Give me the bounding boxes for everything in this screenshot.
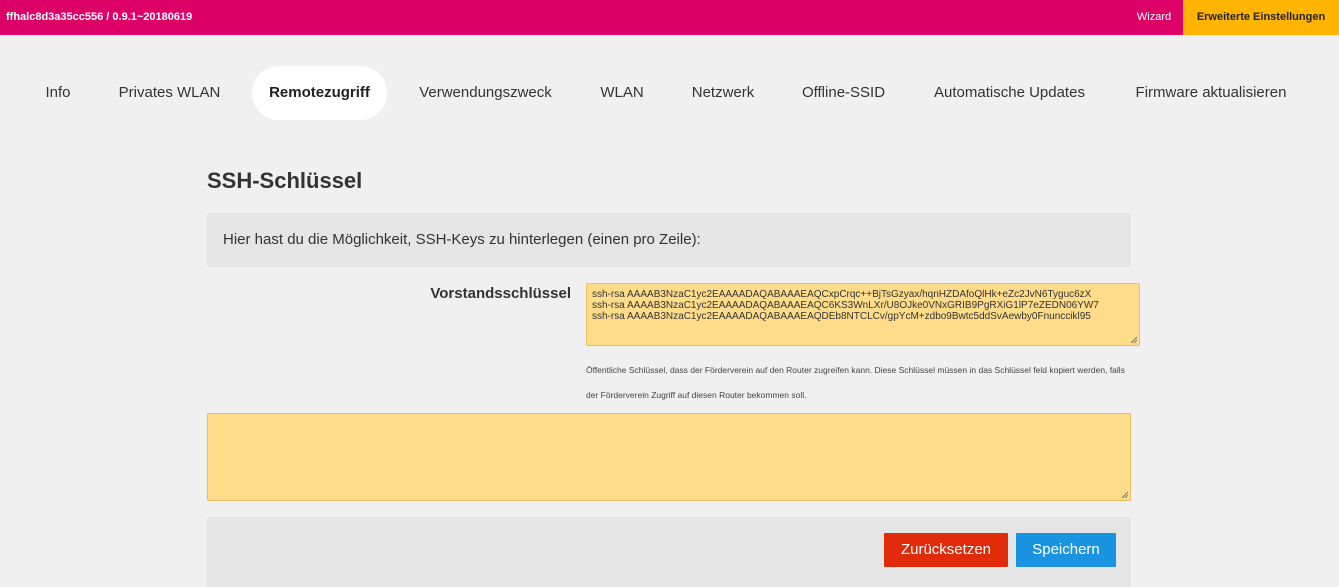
vorstand-keys-textarea[interactable]: ssh-rsa AAAAB3NzaC1yc2EAAAADAQABAAAEAQCx… xyxy=(586,283,1140,346)
vorstand-key-line: ssh-rsa AAAAB3NzaC1yc2EAAAADAQABAAAEAQCx… xyxy=(592,289,1092,300)
vorstand-key-line: ssh-rsa AAAAB3NzaC1yc2EAAAADAQABAAAEAQC6… xyxy=(592,300,1099,311)
tab-privates-wlan[interactable]: Privates WLAN xyxy=(105,66,234,120)
vorstand-key-line: ssh-rsa AAAAB3NzaC1yc2EAAAADAQABAAAEAQDE… xyxy=(592,311,1091,322)
settings-tabs: Info Privates WLAN Remotezugriff Verwend… xyxy=(0,66,1339,120)
save-button[interactable]: Speichern xyxy=(1016,533,1116,567)
top-bar: ffhalc8d3a35cc556 / 0.9.1~20180619 Wizar… xyxy=(0,0,1339,35)
tab-verwendungszweck[interactable]: Verwendungszweck xyxy=(405,66,566,120)
custom-keys-textarea[interactable] xyxy=(207,413,1131,501)
intro-text: Hier hast du die Möglichkeit, SSH-Keys z… xyxy=(223,231,701,248)
tab-wlan[interactable]: WLAN xyxy=(585,66,659,120)
form-actions: Zurücksetzen Speichern xyxy=(207,517,1131,587)
tab-firmware-aktualisieren[interactable]: Firmware aktualisieren xyxy=(1120,66,1302,120)
resize-grip-icon[interactable] xyxy=(1130,336,1138,344)
tab-offline-ssid[interactable]: Offline-SSID xyxy=(788,66,899,120)
reset-button[interactable]: Zurücksetzen xyxy=(884,533,1008,567)
resize-grip-icon[interactable] xyxy=(1121,491,1129,499)
tab-remotezugriff[interactable]: Remotezugriff xyxy=(252,66,387,120)
vorstand-keys-label: Vorstandsschlüssel xyxy=(430,285,571,302)
wizard-link[interactable]: Wizard xyxy=(1125,0,1183,35)
intro-panel: Hier hast du die Möglichkeit, SSH-Keys z… xyxy=(207,213,1131,267)
tab-automatische-updates[interactable]: Automatische Updates xyxy=(918,66,1101,120)
advanced-settings-link[interactable]: Erweiterte Einstellungen xyxy=(1183,0,1339,35)
router-hostname: ffhalc8d3a35cc556 / 0.9.1~20180619 xyxy=(6,11,193,23)
tab-netzwerk[interactable]: Netzwerk xyxy=(676,66,770,120)
tab-info[interactable]: Info xyxy=(30,66,86,120)
vorstand-keys-help: Öffentliche Schlüssel, dass der Förderve… xyxy=(586,365,1125,400)
section-title: SSH-Schlüssel xyxy=(207,168,363,193)
